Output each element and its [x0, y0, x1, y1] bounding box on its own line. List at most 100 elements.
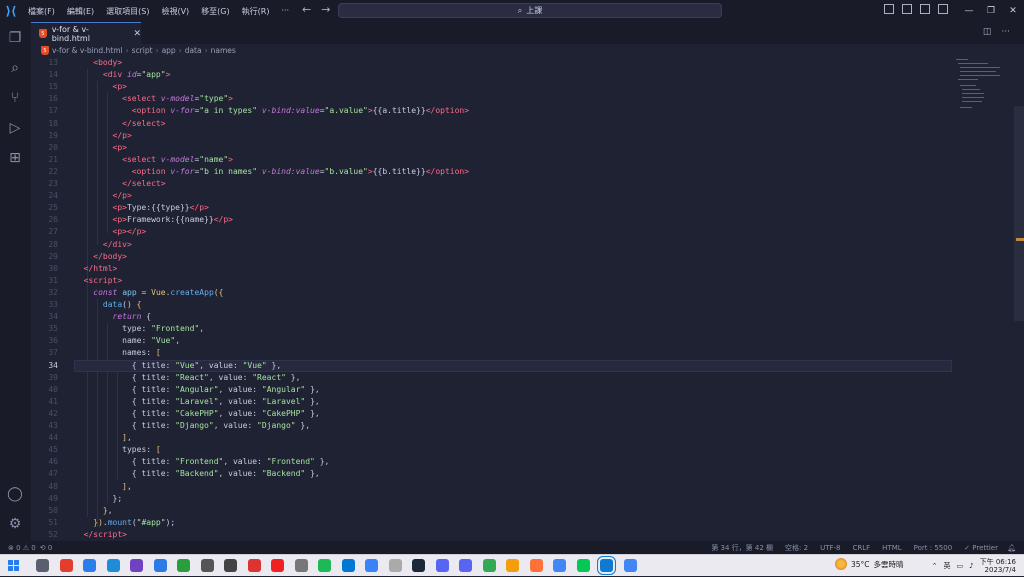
minimize-icon[interactable]: — — [958, 6, 980, 16]
sync-indicator[interactable]: ⟲ 0 — [40, 544, 53, 552]
code-line[interactable]: 23 </select> — [31, 178, 952, 190]
breadcrumb-file[interactable]: v-for & v-bind.html — [52, 46, 123, 55]
code-line[interactable]: 49 }; — [31, 493, 952, 505]
code-line[interactable]: 13 <body> — [31, 57, 952, 69]
toggle-sidebar-icon[interactable] — [884, 4, 894, 14]
code-line[interactable]: 26 <p>Framework:{{name}}</p> — [31, 214, 952, 226]
code-line[interactable]: 21 <select v-model="name"> — [31, 154, 952, 166]
code-line[interactable]: 37 names: [ — [31, 347, 952, 359]
split-editor-icon[interactable]: ◫ — [983, 27, 992, 37]
taskbar-app-icon[interactable] — [130, 559, 143, 572]
code-line[interactable]: 32 const app = Vue.createApp({ — [31, 287, 952, 299]
close-window-icon[interactable]: ✕ — [1002, 6, 1024, 16]
code-line[interactable]: 39 { title: "React", value: "React" }, — [31, 372, 952, 384]
source-control-icon[interactable]: ⑂ — [7, 90, 23, 106]
code-line[interactable]: 41 { title: "Laravel", value: "Laravel" … — [31, 396, 952, 408]
toggle-panel-icon[interactable] — [902, 4, 912, 14]
code-line[interactable]: 30 </html> — [31, 263, 952, 275]
line-ending[interactable]: CRLF — [852, 544, 870, 552]
code-editor[interactable]: 13 <body> 14 <div id="app"> 15 <p> 16 <sele… — [31, 57, 1024, 541]
taskbar-app-icon[interactable] — [506, 559, 519, 572]
code-line[interactable]: 16 <select v-model="type"> — [31, 93, 952, 105]
cursor-position[interactable]: 第 34 行，第 42 欄 — [711, 543, 773, 553]
taskbar-app-icon[interactable] — [247, 559, 261, 572]
taskbar-app-icon[interactable] — [83, 559, 96, 572]
taskbar-app-icon[interactable] — [576, 559, 590, 572]
vertical-scrollbar[interactable] — [1014, 106, 1024, 321]
code-line[interactable]: 44 ], — [31, 432, 952, 444]
breadcrumb-script[interactable]: script — [132, 46, 153, 55]
taskbar-app-icon[interactable] — [271, 559, 284, 572]
taskbar-app-icon[interactable] — [294, 559, 308, 572]
code-line[interactable]: 24 </p> — [31, 190, 952, 202]
code-line[interactable]: 33 data() { — [31, 299, 952, 311]
code-line[interactable]: 45 types: [ — [31, 444, 952, 456]
taskbar-app-icon[interactable] — [597, 556, 616, 575]
taskbar-app-icon[interactable] — [623, 559, 637, 572]
taskbar-app-icon[interactable] — [365, 559, 378, 572]
taskbar-app-icon[interactable] — [459, 559, 472, 572]
taskbar-app-icon[interactable] — [36, 559, 49, 572]
ime-indicator[interactable]: 英 — [944, 561, 951, 571]
taskbar-app-icon[interactable] — [412, 559, 425, 572]
menu-item[interactable]: 執行(R) — [236, 6, 276, 17]
minimap[interactable] — [952, 57, 1002, 117]
code-line[interactable]: 20 <p> — [31, 142, 952, 154]
account-icon[interactable]: ◯ — [7, 486, 23, 502]
code-line[interactable]: 27 <p></p> — [31, 226, 952, 238]
code-line[interactable]: 34 return { — [31, 311, 952, 323]
code-line[interactable]: 18 </select> — [31, 118, 952, 130]
toggle-secondary-sidebar-icon[interactable] — [920, 4, 930, 14]
network-icon[interactable]: ▭ — [957, 562, 964, 570]
settings-gear-icon[interactable]: ⚙ — [7, 516, 23, 532]
code-line[interactable]: 40 { title: "Angular", value: "Angular" … — [31, 384, 952, 396]
taskbar-app-icon[interactable] — [59, 559, 73, 572]
code-line[interactable]: 47 { title: "Backend", value: "Backend" … — [31, 468, 952, 480]
code-line[interactable]: 50 }, — [31, 505, 952, 517]
restore-icon[interactable]: ❐ — [980, 6, 1002, 16]
code-line[interactable]: 48 ], — [31, 481, 952, 493]
taskbar-app-icon[interactable] — [341, 559, 355, 572]
menu-item[interactable]: 檔案(F) — [22, 6, 61, 17]
taskbar-app-icon[interactable] — [318, 559, 331, 572]
breadcrumb-data[interactable]: data — [185, 46, 202, 55]
code-line[interactable]: 35 type: "Frontend", — [31, 323, 952, 335]
taskbar-app-icon[interactable] — [388, 559, 402, 572]
code-line[interactable]: 43 { title: "Django", value: "Django" }, — [31, 420, 952, 432]
code-line[interactable]: 52 </script> — [31, 529, 952, 541]
language-mode[interactable]: HTML — [882, 544, 901, 552]
taskbar-app-icon[interactable] — [482, 559, 496, 572]
extensions-icon[interactable]: ⊞ — [7, 150, 23, 166]
taskbar-app-icon[interactable] — [153, 559, 167, 572]
code-line[interactable]: 19 </p> — [31, 130, 952, 142]
more-actions-icon[interactable]: ··· — [1001, 27, 1010, 37]
clock[interactable]: 下午 06:16 2023/7/4 — [980, 558, 1016, 575]
close-tab-icon[interactable]: ✕ — [133, 29, 141, 39]
menu-item[interactable]: 選取項目(S) — [100, 6, 155, 17]
taskbar-app-icon[interactable] — [200, 559, 214, 572]
code-line[interactable]: 31 <script> — [31, 275, 952, 287]
chevron-up-icon[interactable]: ⌃ — [932, 562, 938, 570]
notifications-bell-icon[interactable]: 🔔︎ — [1007, 544, 1016, 552]
code-line[interactable]: 17 <option v-for="a in types" v-bind:val… — [31, 105, 952, 117]
menu-item[interactable]: 編輯(E) — [61, 6, 100, 17]
code-line[interactable]: 46 { title: "Frontend", value: "Frontend… — [31, 456, 952, 468]
windows-start-icon[interactable] — [8, 560, 20, 572]
volume-icon[interactable]: ♪ — [969, 562, 973, 570]
back-arrow-icon[interactable]: ← — [302, 3, 311, 16]
taskbar-app-icon[interactable] — [553, 559, 566, 572]
weather-widget[interactable]: 35°C 多雲時晴 — [835, 558, 904, 570]
problems-indicator[interactable]: ⊗ 0 ⚠ 0 — [8, 544, 36, 552]
menu-item[interactable]: 移至(G) — [195, 6, 235, 17]
code-line[interactable]: 29 </body> — [31, 251, 952, 263]
taskbar-app-icon[interactable] — [529, 559, 543, 572]
code-line[interactable]: 14 <div id="app"> — [31, 69, 952, 81]
breadcrumb-app[interactable]: app — [162, 46, 176, 55]
taskbar-app-icon[interactable] — [224, 559, 237, 572]
forward-arrow-icon[interactable]: → — [321, 3, 330, 16]
code-line[interactable]: 34 { title: "Vue", value: "Vue" }, — [31, 360, 952, 372]
code-line[interactable]: 51 }).mount("#app"); — [31, 517, 952, 529]
command-center-search[interactable]: ⌕ 上課 — [338, 3, 722, 18]
live-server-port[interactable]: Port : 5500 — [914, 544, 953, 552]
indentation[interactable]: 空格: 2 — [785, 543, 808, 553]
